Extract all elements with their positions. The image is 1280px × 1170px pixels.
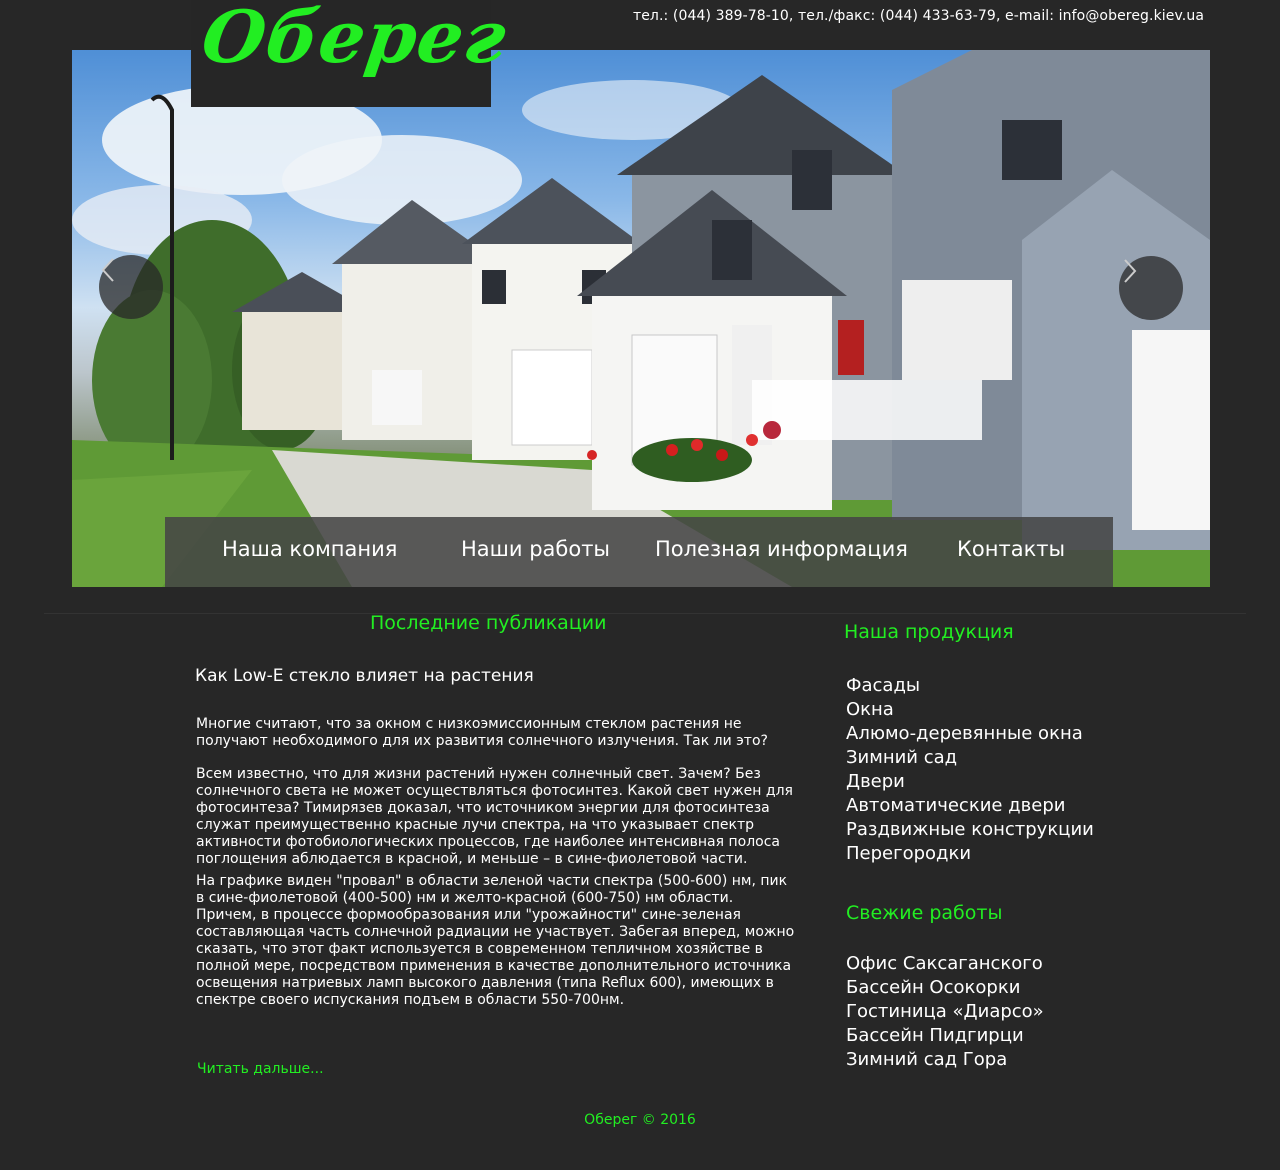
main-nav: Наша компания Наши работы Полезная инфор… [165,517,1113,587]
work-link-hotel-diarso[interactable]: Гостиница «Диарсо» [846,1000,1044,1024]
nav-item-contacts[interactable]: Контакты [957,537,1065,561]
header-contact-info: тел.: (044) 389-78-10, тел./факс: (044) … [632,8,1204,24]
slider-next-button[interactable] [1119,256,1183,320]
product-link-doors[interactable]: Двери [846,770,1094,794]
content-divider [44,613,1246,614]
nav-item-company[interactable]: Наша компания [222,537,397,561]
work-link-pool-pidgirtsi[interactable]: Бассейн Пидгирци [846,1024,1044,1048]
product-link-partitions[interactable]: Перегородки [846,842,1094,866]
hero-image [72,50,1210,587]
hero-slider [72,50,1210,587]
read-more-link[interactable]: Читать дальше... [197,1061,324,1077]
logo-text: Оберег [197,0,513,79]
recent-works-heading: Свежие работы [846,902,1003,924]
nav-item-useful-info[interactable]: Полезная информация [655,537,908,561]
work-link-winter-garden-gora[interactable]: Зимний сад Гора [846,1048,1044,1072]
work-link-office-saksaganskogo[interactable]: Офис Саксаганского [846,952,1044,976]
logo[interactable]: Оберег [191,0,512,107]
article-title[interactable]: Как Low-E стекло влияет на растения [195,666,534,686]
slider-prev-button[interactable] [99,255,163,319]
latest-publications-heading: Последние публикации [370,612,607,634]
product-link-sliding-structures[interactable]: Раздвижные конструкции [846,818,1094,842]
article-paragraph: На графике виден "провал" в области зеле… [196,873,795,1008]
chevron-right-icon [1124,259,1137,283]
product-link-alu-wood-windows[interactable]: Алюмо-деревянные окна [846,722,1094,746]
product-link-winter-garden[interactable]: Зимний сад [846,746,1094,770]
footer-copyright: Оберег © 2016 [584,1112,696,1128]
product-link-automatic-doors[interactable]: Автоматические двери [846,794,1094,818]
product-link-facades[interactable]: Фасады [846,674,1094,698]
products-list: Фасады Окна Алюмо-деревянные окна Зимний… [846,674,1094,866]
products-heading: Наша продукция [844,621,1014,643]
article-paragraph: Всем известно, что для жизни растений ну… [196,766,793,867]
works-list: Офис Саксаганского Бассейн Осокорки Гост… [846,952,1044,1072]
product-link-windows[interactable]: Окна [846,698,1094,722]
article-paragraph: Многие считают, что за окном с низкоэмис… [196,716,768,749]
work-link-pool-osokorki[interactable]: Бассейн Осокорки [846,976,1044,1000]
nav-item-works[interactable]: Наши работы [461,537,610,561]
chevron-left-icon [101,258,114,282]
article-body: Многие считают, что за окном с низкоэмис… [196,716,796,1025]
